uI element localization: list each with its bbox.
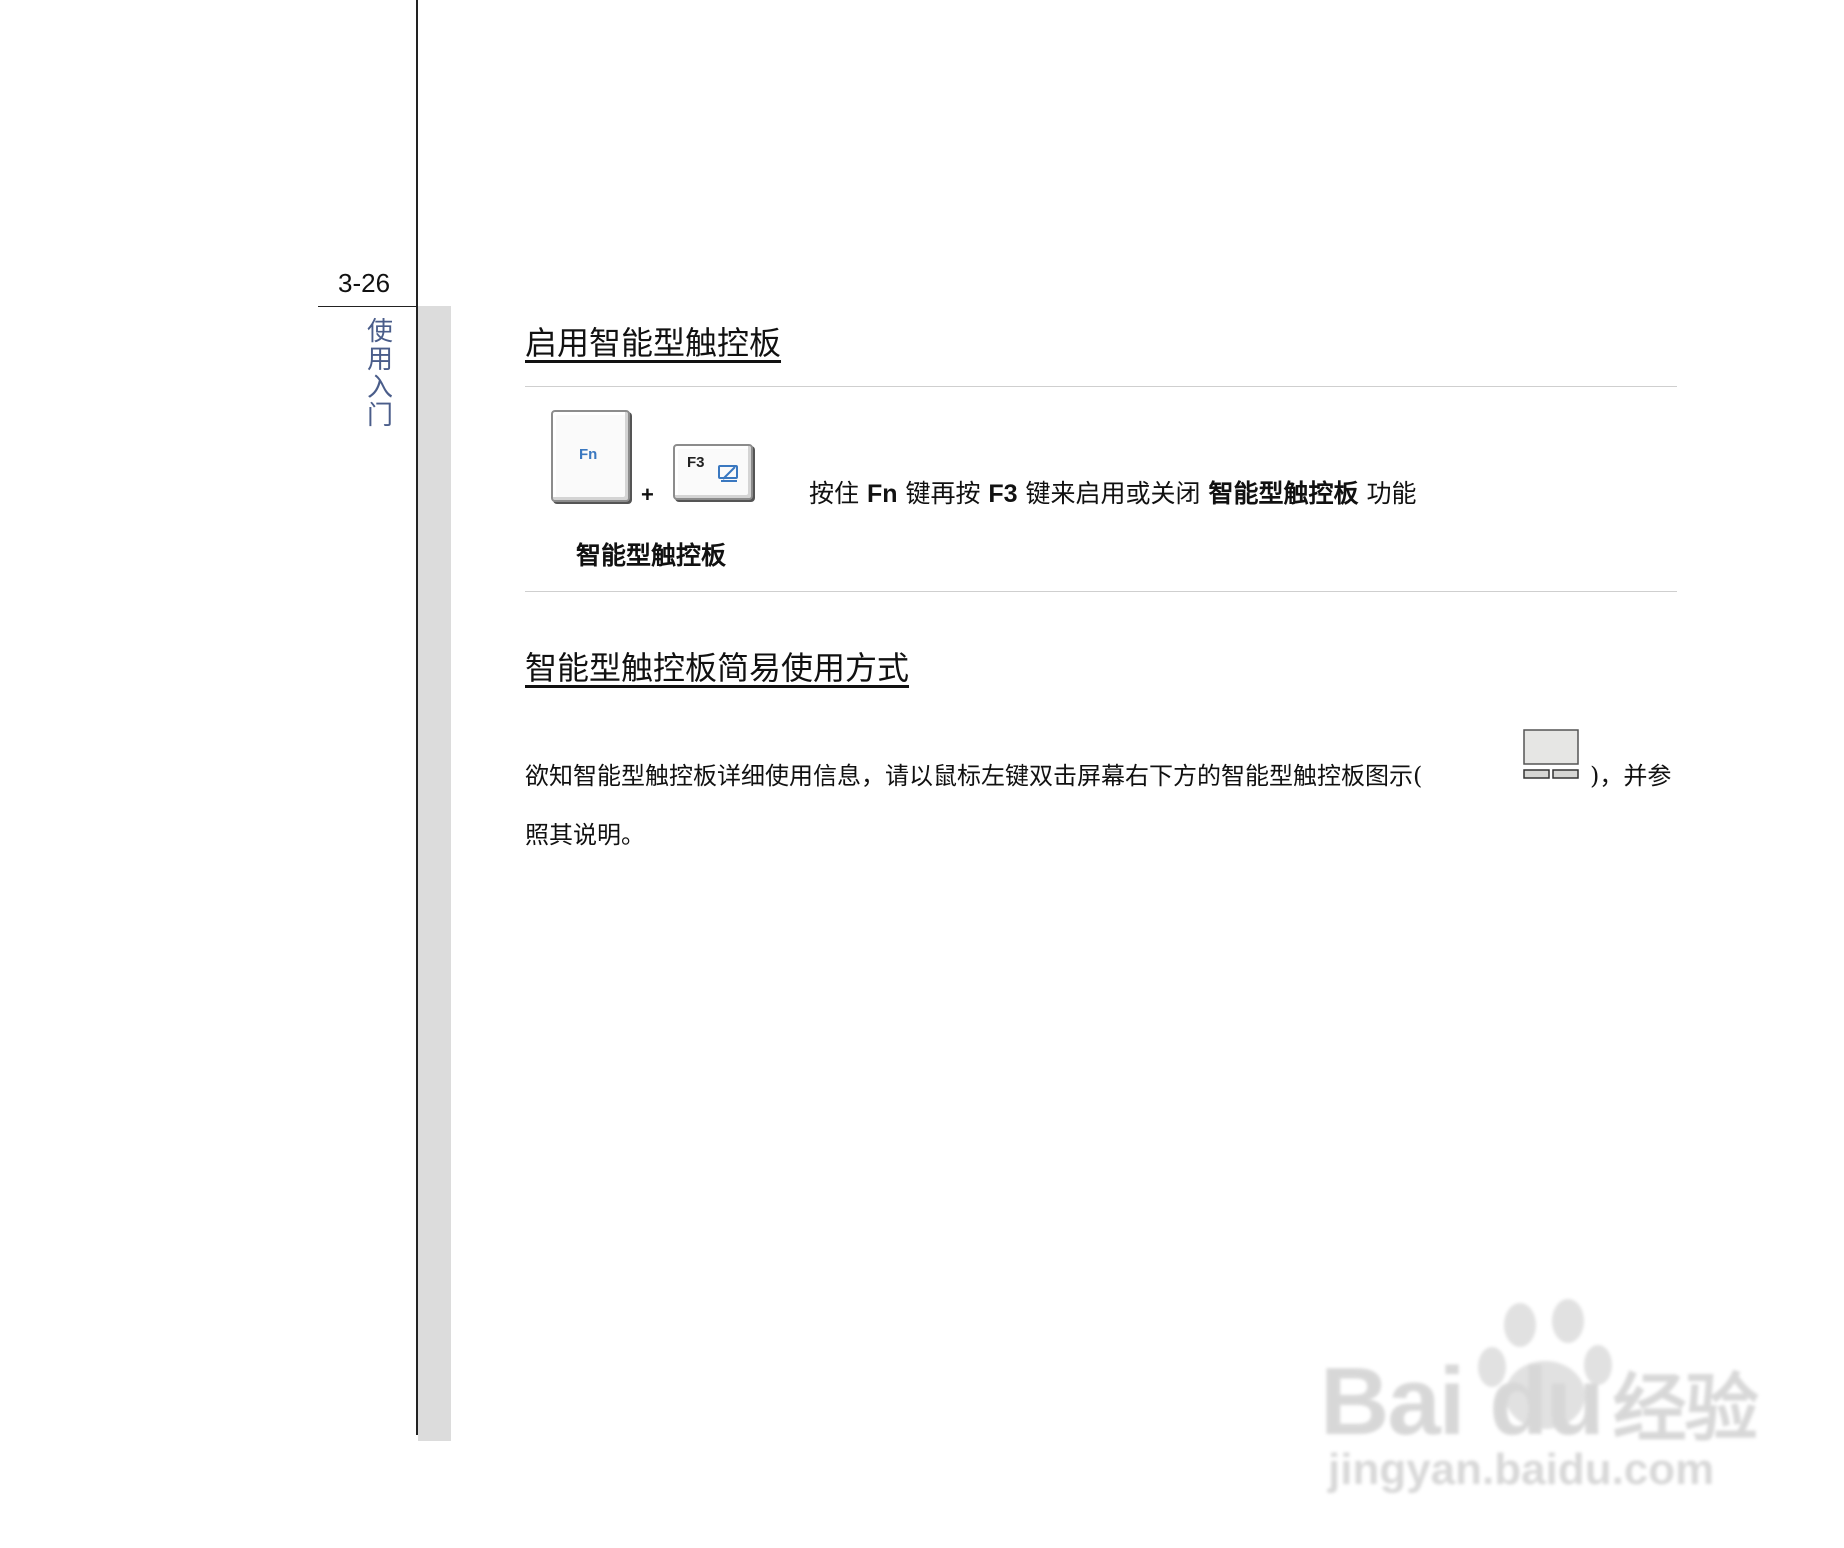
chapter-char: 用 xyxy=(366,345,393,375)
touchpad-toggle-icon xyxy=(717,464,741,488)
usage-paragraph-line2: 照其说明。 xyxy=(525,821,645,849)
page-number-rule xyxy=(318,306,418,307)
divider-top xyxy=(525,386,1677,387)
watermark-url: jingyan.baidu.com xyxy=(1328,1445,1715,1494)
watermark-jingyan: 经验 xyxy=(1612,1366,1759,1452)
instruction-part: 键来启用或关闭 xyxy=(1025,479,1201,508)
instruction-part: 按住 xyxy=(809,479,867,508)
page-number: 3-26 xyxy=(338,268,391,298)
watermark-brand-du: du xyxy=(1489,1348,1604,1455)
chapter-char: 使 xyxy=(366,317,393,347)
watermark-brand-bai: Bai xyxy=(1320,1348,1465,1455)
touchpad-tray-icon xyxy=(1522,728,1579,780)
touchpad-caption: 智能型触控板 xyxy=(576,541,727,570)
usage-paragraph-line1: 欲知智能型触控板详细使用信息，请以鼠标左键双击屏幕右下方的智能型触控板图示( xyxy=(525,756,1422,791)
f3-key: F3 xyxy=(673,444,753,500)
fn-key: Fn xyxy=(551,410,630,502)
fn-key-label: Fn xyxy=(579,446,598,463)
usage-paragraph-line1-end: )，并参 xyxy=(1590,762,1672,790)
watermark-brand: Bai du 经验 xyxy=(1320,1347,1759,1457)
chapter-char: 门 xyxy=(366,401,393,431)
divider-bottom xyxy=(525,591,1677,592)
instruction-part: 功能 xyxy=(1366,479,1417,508)
plus-sign: + xyxy=(641,482,654,507)
usage-text-before-icon: 欲知智能型触控板详细使用信息，请以鼠标左键双击屏幕右下方的智能型触控板图示( xyxy=(525,762,1423,790)
side-gray-strip xyxy=(418,306,451,1441)
baidu-watermark: Bai du 经验 jingyan.baidu.com xyxy=(1320,1285,1760,1495)
section-heading-enable-touchpad: 启用智能型触控板 xyxy=(525,324,782,362)
chapter-title: 使 用 入 门 xyxy=(366,318,394,430)
instruction-bold-touchpad: 智能型触控板 xyxy=(1208,479,1359,508)
instruction-part: 键再按 xyxy=(905,479,989,508)
instruction-key-f3: F3 xyxy=(988,480,1018,508)
f3-key-label: F3 xyxy=(687,454,705,471)
section-heading-touchpad-usage: 智能型触控板简易使用方式 xyxy=(525,649,910,687)
instruction-text: 按住 Fn 键再按 F3 键来启用或关闭 智能型触控板 功能 xyxy=(809,474,1417,510)
instruction-key-fn: Fn xyxy=(866,480,898,508)
chapter-char: 入 xyxy=(366,373,393,403)
